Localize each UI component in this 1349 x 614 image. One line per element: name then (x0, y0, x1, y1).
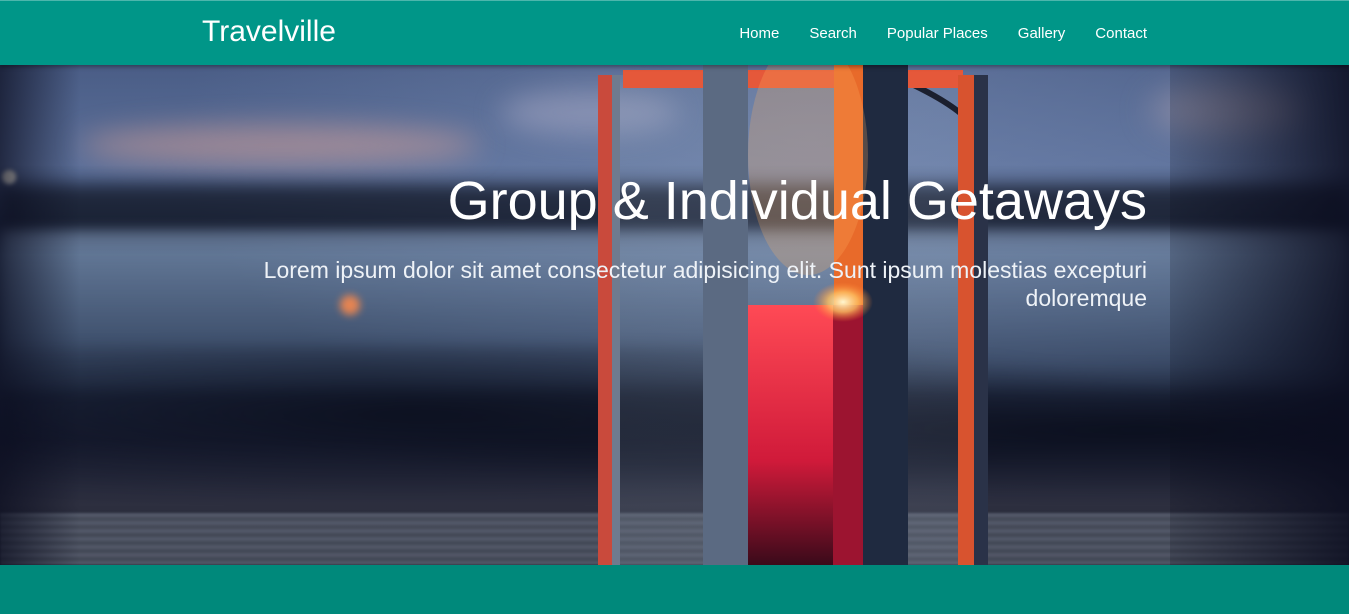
hero-shadow (1170, 65, 1349, 565)
hero-subtitle: Lorem ipsum dolor sit amet consectetur a… (263, 257, 1147, 311)
nav-link-search[interactable]: Search (809, 25, 857, 42)
nav-link-contact[interactable]: Contact (1095, 25, 1147, 42)
lantern-image (598, 65, 988, 565)
nav-link-popular-places[interactable]: Popular Places (887, 25, 988, 42)
section-band (0, 565, 1349, 614)
hero-section: Group & Individual Getaways Lorem ipsum … (0, 65, 1349, 565)
nav-item-popular-places: Popular Places (887, 25, 988, 43)
nav-item-contact: Contact (1095, 25, 1147, 43)
hero-cloud (80, 125, 480, 165)
nav-link-home[interactable]: Home (739, 25, 779, 42)
brand-logo[interactable]: Travelville (202, 14, 336, 50)
nav-item-search: Search (809, 25, 857, 43)
hero-shadow (0, 65, 80, 565)
nav-menu: Home Search Popular Places Gallery Conta… (709, 1, 1147, 66)
top-navbar: Travelville Home Search Popular Places G… (0, 0, 1349, 65)
nav-link-gallery[interactable]: Gallery (1018, 25, 1066, 42)
nav-item-gallery: Gallery (1018, 25, 1066, 43)
nav-item-home: Home (739, 25, 779, 43)
hero-title: Group & Individual Getaways (447, 171, 1147, 231)
